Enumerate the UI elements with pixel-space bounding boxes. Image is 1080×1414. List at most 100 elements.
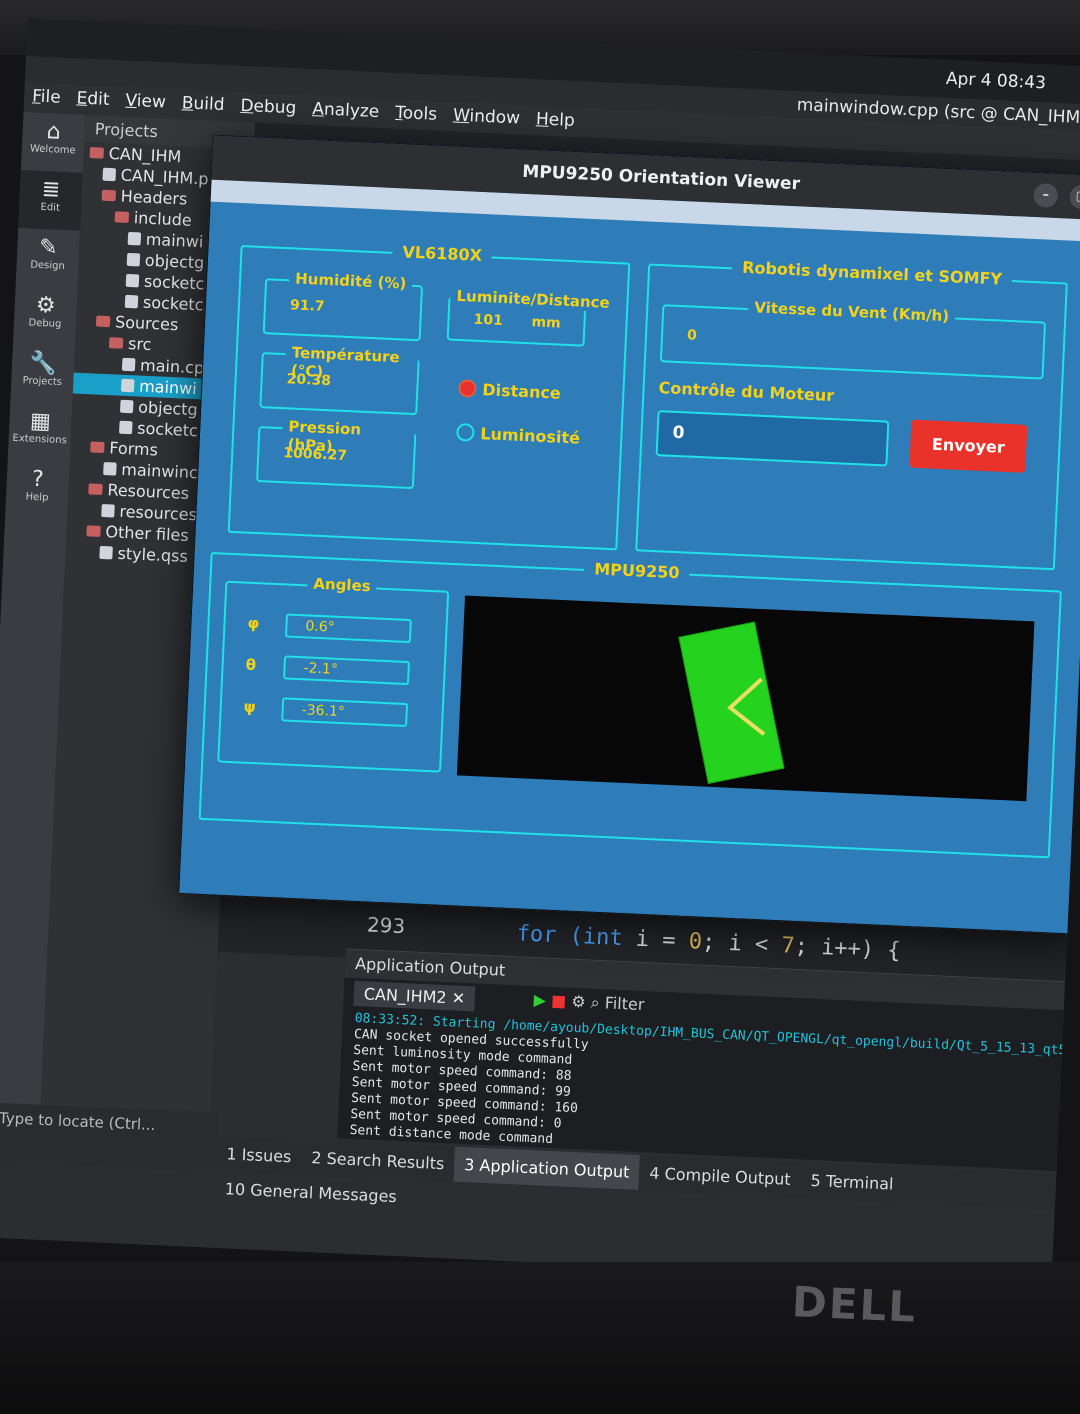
mode-welcome[interactable]: ⌂ Welcome xyxy=(21,112,86,173)
humidity-field: Humidité (%) 91.7 xyxy=(262,269,424,342)
menu-build[interactable]: Build xyxy=(173,89,233,120)
mode-label: Help xyxy=(25,491,49,504)
settings-icon[interactable]: ⚙ xyxy=(571,992,586,1012)
wrench-icon: 🔧 xyxy=(28,350,58,377)
phi-value: 0.6° xyxy=(284,613,412,644)
lum-distance-label: Luminite/Distance xyxy=(450,286,617,313)
menu-help[interactable]: Help xyxy=(527,105,583,135)
code-text: ; i++) { xyxy=(794,933,902,964)
mpu9250-viewer-window: MPU9250 Orientation Viewer – ▢ VL6180X H… xyxy=(178,134,1080,935)
mode-help[interactable]: ? Help xyxy=(5,460,70,521)
pressure-value: 1006.27 xyxy=(282,445,348,465)
app-title-text: MPU9250 Orientation Viewer xyxy=(521,161,801,195)
extensions-icon: ▦ xyxy=(29,408,52,435)
menu-view[interactable]: View xyxy=(117,86,175,117)
phi-symbol: φ xyxy=(247,613,260,633)
output-run-tab[interactable]: CAN_IHM2 ✕ xyxy=(353,980,476,1012)
tree-item-label: objectg xyxy=(144,250,205,273)
angles-title: Angles xyxy=(307,574,378,596)
code-text: ; i < xyxy=(701,929,782,959)
tree-item-label: Resources xyxy=(107,480,190,503)
file-icon xyxy=(103,462,117,476)
temperature-field: Température (°C) 20.38 xyxy=(259,343,420,416)
menu-file[interactable]: File xyxy=(24,82,70,112)
opengl-viewport[interactable] xyxy=(456,595,1035,802)
send-button[interactable]: Envoyer xyxy=(909,419,1028,473)
tab-issues[interactable]: 1 Issues xyxy=(216,1136,302,1175)
filter-icon: ⌕ xyxy=(590,992,601,1013)
tree-item-label: style.qss xyxy=(117,543,189,566)
motor-control-label: Contrôle du Moteur xyxy=(658,378,835,406)
tree-item-label: socketc xyxy=(143,271,205,294)
tree-item-label: Headers xyxy=(120,186,188,209)
file-icon xyxy=(101,503,115,518)
mode-projects[interactable]: 🔧 Projects xyxy=(10,344,75,405)
mode-label: Extensions xyxy=(12,432,68,447)
system-clock[interactable]: Apr 4 08:43 xyxy=(945,69,1046,94)
file-icon xyxy=(126,252,141,267)
filter-input[interactable]: Filter xyxy=(604,993,644,1014)
tree-item-label: main.cp xyxy=(139,355,205,378)
motor-speed-input[interactable]: 0 xyxy=(655,410,890,467)
mode-label: Debug xyxy=(28,317,62,330)
edit-icon: ≣ xyxy=(41,176,61,203)
lum-distance-field: Luminite/Distance 101 mm xyxy=(446,286,617,347)
folder-icon xyxy=(95,315,111,328)
tab-compile-output[interactable]: 4 Compile Output xyxy=(639,1155,802,1197)
mode-extensions[interactable]: ▦ Extensions xyxy=(8,402,73,463)
mode-label: Projects xyxy=(22,375,63,389)
radio-empty-icon xyxy=(456,423,475,442)
folder-icon xyxy=(89,147,104,159)
file-icon xyxy=(127,231,142,246)
tree-item-label: CAN_IHM.p xyxy=(120,165,209,189)
tree-item-label: socketc xyxy=(142,292,204,315)
tab-general-messages[interactable]: 10 General Messages xyxy=(214,1171,407,1215)
tree-item-label: src xyxy=(127,334,152,355)
mode-design[interactable]: ✎ Design xyxy=(16,228,81,289)
output-run-tab-label: CAN_IHM2 xyxy=(363,984,448,1008)
mode-label: Welcome xyxy=(29,143,76,157)
robotis-title: Robotis dynamixel et SOMFY xyxy=(731,257,1013,290)
minimize-icon[interactable]: – xyxy=(1033,182,1059,209)
mode-label: Design xyxy=(30,259,66,273)
humidity-value: 91.7 xyxy=(289,297,325,315)
menu-edit[interactable]: Edit xyxy=(68,84,118,114)
mode-label: Edit xyxy=(40,201,61,214)
file-icon xyxy=(102,167,117,182)
close-icon[interactable]: ✕ xyxy=(451,988,465,1008)
code-keyword-int: (int xyxy=(569,923,624,952)
menu-window[interactable]: Window xyxy=(444,101,528,133)
tree-item-label: mainwi xyxy=(145,229,204,252)
pressure-field: Pression (hPa) 1006.27 xyxy=(255,417,417,490)
tree-item-label: Sources xyxy=(114,312,179,335)
home-icon: ⌂ xyxy=(46,119,62,145)
maximize-icon[interactable]: ▢ xyxy=(1069,184,1080,210)
tree-item-label: mainwinc xyxy=(120,459,199,483)
application-output-pane: Application Output CAN_IHM2 ✕ ▶ ■ ⚙ ⌕ Fi… xyxy=(337,948,1074,1171)
tree-item-label: CAN_IHM xyxy=(108,143,182,167)
file-icon xyxy=(119,420,133,435)
mode-debug[interactable]: ⚙ Debug xyxy=(13,286,78,347)
folder-icon xyxy=(108,337,124,349)
wind-speed-value: 0 xyxy=(686,327,698,344)
tab-application-output[interactable]: 3 Application Output xyxy=(453,1146,641,1191)
pencil-icon: ✎ xyxy=(38,234,59,261)
tab-terminal[interactable]: 5 Terminal xyxy=(800,1162,904,1202)
run-icon[interactable]: ▶ xyxy=(533,990,546,1010)
vl6180x-group: VL6180X Humidité (%) 91.7 Luminite/Dista… xyxy=(227,241,631,551)
file-icon xyxy=(99,545,113,560)
radio-luminosity[interactable]: Luminosité xyxy=(456,423,580,448)
stop-icon[interactable]: ■ xyxy=(551,991,567,1011)
radio-distance[interactable]: Distance xyxy=(458,379,561,403)
menu-tools[interactable]: Tools xyxy=(387,99,446,130)
help-icon: ? xyxy=(31,466,45,493)
tree-item-label: socketc xyxy=(136,418,199,441)
menu-debug[interactable]: Debug xyxy=(232,92,305,123)
menu-analyze[interactable]: Analyze xyxy=(304,95,388,127)
mode-edit[interactable]: ≣ Edit xyxy=(18,169,83,231)
file-icon xyxy=(124,294,139,309)
folder-icon xyxy=(90,441,105,454)
tree-item-label: Forms xyxy=(108,438,159,460)
folder-icon xyxy=(86,525,101,537)
theta-value: -2.1° xyxy=(283,655,410,686)
